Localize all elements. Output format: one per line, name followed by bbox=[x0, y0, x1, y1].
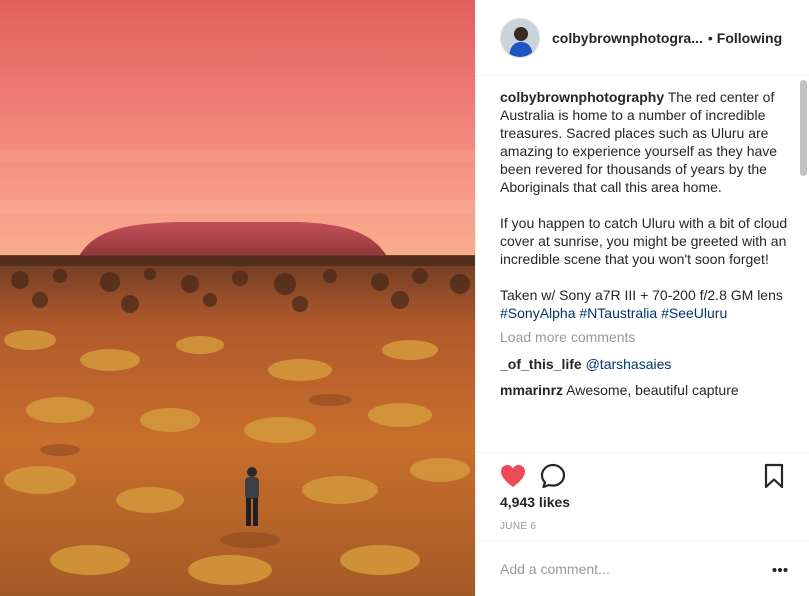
comments-scrollbar[interactable] bbox=[800, 80, 807, 176]
comment-text: Awesome, beautiful capture bbox=[563, 382, 739, 398]
uluru-sunrise-image bbox=[0, 0, 475, 596]
add-comment-input[interactable] bbox=[500, 559, 760, 579]
author-avatar[interactable] bbox=[500, 17, 540, 58]
author-username[interactable]: colbybrownphotogra... bbox=[552, 30, 703, 46]
comments-list[interactable]: colbybrownphotography The red center of … bbox=[476, 76, 809, 451]
post-date[interactable]: JUNE 6 bbox=[500, 521, 536, 532]
bookmark-icon[interactable] bbox=[764, 463, 784, 489]
load-more-comments-button[interactable]: Load more comments bbox=[500, 328, 635, 346]
post-photo[interactable] bbox=[0, 0, 475, 596]
heart-icon[interactable] bbox=[500, 464, 526, 488]
comment-bubble-icon[interactable] bbox=[540, 463, 566, 489]
post-caption: colbybrownphotography The red center of … bbox=[500, 88, 792, 304]
following-button[interactable]: Following bbox=[717, 30, 782, 46]
comment-username[interactable]: _of_this_life bbox=[500, 356, 582, 372]
caption-username[interactable]: colbybrownphotography bbox=[500, 89, 664, 105]
comment-item: mmarinrz Awesome, beautiful capture bbox=[500, 381, 792, 399]
more-options-icon[interactable] bbox=[772, 567, 788, 573]
post-actions bbox=[476, 452, 809, 496]
comment-username[interactable]: mmarinrz bbox=[500, 382, 563, 398]
comment-mention[interactable]: @tarshasaies bbox=[586, 356, 672, 372]
likes-count[interactable]: 4,943 likes bbox=[500, 494, 570, 510]
add-comment-section bbox=[476, 540, 809, 596]
caption-hashtags[interactable]: #SonyAlpha #NTaustralia #SeeUluru bbox=[500, 304, 792, 322]
header-separator: • bbox=[707, 29, 713, 46]
comment-item: _of_this_life @tarshasaies bbox=[500, 355, 792, 373]
post-detail-panel: colbybrownphotogra... • Following colbyb… bbox=[475, 0, 809, 596]
post-header: colbybrownphotogra... • Following bbox=[476, 0, 809, 76]
caption-text: The red center of Australia is home to a… bbox=[500, 89, 788, 303]
